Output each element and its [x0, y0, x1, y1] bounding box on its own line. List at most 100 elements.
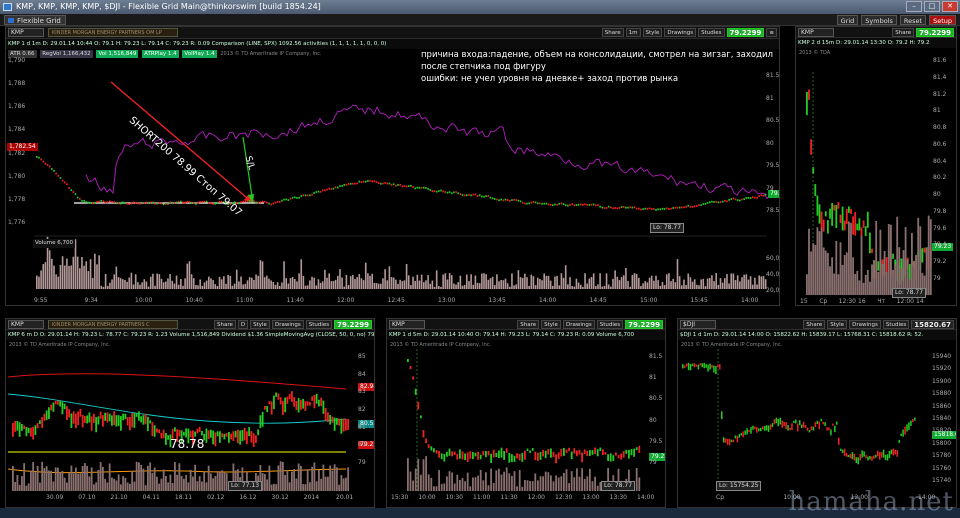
price-bar	[847, 454, 850, 458]
price-bar	[133, 413, 136, 428]
price-bar	[586, 203, 588, 206]
price-bar	[100, 200, 103, 202]
price-bar	[640, 208, 642, 211]
volume-bar	[93, 484, 95, 491]
volume-bar	[320, 478, 323, 491]
volume-bar	[21, 476, 23, 491]
volume-bar	[277, 465, 280, 491]
volume-bar	[416, 274, 419, 289]
price-bar	[330, 188, 333, 190]
price-bar	[237, 429, 239, 444]
time-axis-label: 11:00	[236, 297, 254, 304]
symbols-button[interactable]: Symbols	[861, 15, 897, 25]
volume-bar	[167, 482, 170, 491]
maximize-button[interactable]: □	[924, 1, 940, 12]
bottom-left-chart-panel: KMP KINDER MORGAN ENERGY PARTNERS C Shar…	[5, 318, 375, 508]
bottom-left-chart-canvas[interactable]	[6, 319, 375, 508]
volume-bar	[195, 284, 197, 289]
price-bar	[728, 199, 730, 201]
volume-value: 6,700	[57, 240, 73, 246]
volume-bar	[433, 486, 435, 491]
volume-bar	[505, 467, 508, 491]
volume-bar	[683, 279, 685, 289]
volume-bar	[345, 477, 347, 491]
minimize-button[interactable]: –	[906, 1, 922, 12]
price-bar	[425, 438, 427, 444]
volume-bar	[845, 252, 848, 295]
volume-bar	[524, 480, 526, 491]
volume-bar	[128, 277, 131, 289]
price-axis-label: 1,786	[8, 103, 26, 111]
price-axis-label: 40,000	[766, 271, 780, 278]
price-bar	[564, 204, 567, 207]
volume-bar	[257, 275, 260, 289]
setup-button[interactable]: Setup	[929, 15, 956, 25]
volume-bar	[341, 277, 343, 289]
price-bar	[420, 186, 423, 189]
price-bar	[341, 185, 343, 187]
volume-bar	[279, 461, 282, 491]
price-bar	[562, 203, 565, 206]
volume-bar	[526, 480, 529, 491]
price-bar	[491, 197, 494, 200]
volume-bar	[124, 477, 127, 491]
price-axis-label: 80.5	[766, 117, 780, 124]
bottom-middle-chart-canvas[interactable]	[387, 319, 666, 508]
volume-bar	[407, 275, 410, 289]
volume-bar	[66, 482, 68, 491]
price-bar	[668, 208, 670, 210]
price-bar	[542, 449, 544, 457]
price-bar	[902, 429, 904, 437]
price-bar	[498, 450, 500, 459]
price-bar	[362, 180, 365, 183]
volume-bar	[192, 278, 195, 289]
grid-button[interactable]: Grid	[836, 15, 859, 25]
volume-bar	[177, 284, 180, 289]
price-bar	[509, 199, 511, 202]
main-chart-canvas[interactable]	[6, 27, 780, 306]
price-bar	[177, 200, 180, 203]
price-bar	[322, 400, 325, 414]
volume-bar	[492, 483, 495, 491]
price-bar	[521, 452, 524, 462]
volume-bar	[513, 471, 516, 491]
volume-bar	[373, 282, 376, 289]
price-bar	[315, 393, 318, 404]
price-bar	[795, 419, 797, 424]
volume-bar	[410, 285, 412, 289]
price-bar	[810, 426, 813, 431]
price-bar	[68, 409, 71, 418]
volume-bar	[55, 274, 57, 289]
price-axis-label: 85	[358, 353, 366, 360]
price-bar	[711, 200, 713, 203]
price-bar	[871, 248, 873, 254]
bottom-right-chart-canvas[interactable]	[678, 319, 957, 508]
grid-tab[interactable]: Flexible Grid	[4, 15, 66, 25]
volume-bar	[284, 474, 287, 491]
close-button[interactable]: ✕	[942, 1, 958, 12]
volume-bar	[219, 472, 221, 491]
price-axis-label: 83	[358, 388, 366, 396]
volume-bar	[472, 477, 474, 491]
volume-bar	[435, 486, 438, 491]
price-bar	[276, 200, 279, 203]
price-bar	[273, 395, 275, 410]
reset-button[interactable]: Reset	[899, 15, 927, 25]
price-bar	[534, 201, 537, 204]
price-bar	[908, 264, 911, 281]
price-bar	[808, 89, 810, 100]
volume-bar	[205, 280, 208, 289]
price-bar	[839, 448, 842, 451]
volume-bar	[304, 285, 307, 289]
price-bar	[555, 454, 557, 464]
price-bar	[293, 397, 296, 407]
volume-bar	[326, 277, 328, 289]
price-bar	[318, 399, 320, 407]
volume-bar	[102, 286, 105, 289]
volume-bar	[52, 481, 55, 491]
price-bar	[401, 185, 404, 188]
low-label: Lo: 77.13	[228, 481, 263, 491]
price-bar	[228, 431, 230, 443]
price-bar	[126, 417, 129, 426]
volume-bar	[519, 277, 522, 289]
